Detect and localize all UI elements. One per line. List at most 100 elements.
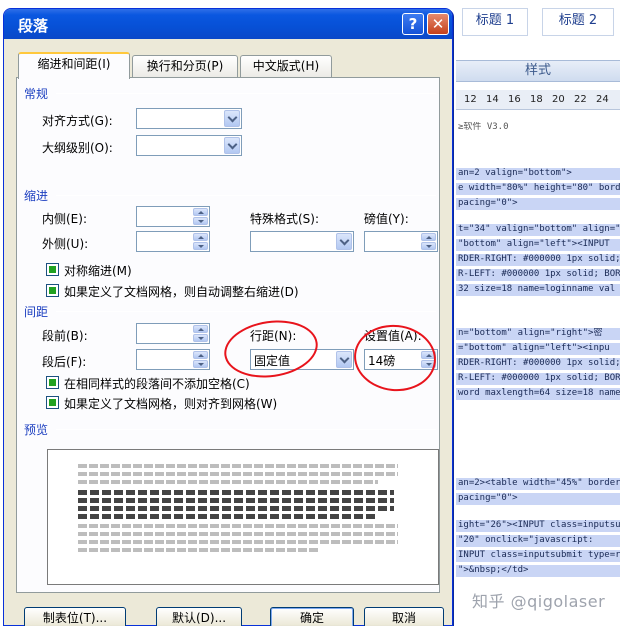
dialog-title: 段落 [18,17,49,35]
snap-to-grid-label: 如果定义了文档网格，则对齐到网格(W) [64,397,278,411]
section-indent: 缩进 [24,189,49,203]
special-indent-label: 特殊格式(S): [250,212,320,226]
spin-down-icon[interactable] [193,334,208,342]
code-line: an=2><table width="45%" border [456,478,620,490]
tab-line-page-breaks[interactable]: 换行和分页(P) [132,55,238,77]
chevron-down-icon[interactable] [336,351,352,368]
preview-text-line [78,490,394,495]
code-line: pacing="0"> [456,493,620,505]
styles-group-caption: 样式 [456,60,620,82]
cancel-button[interactable]: 取消 [364,607,444,626]
outline-level-label: 大纲级别(O): [42,141,113,155]
code-line: R-LEFT: #000000 1px solid; BOR [456,373,620,385]
auto-adjust-indent-label: 如果定义了文档网格，则自动调整右缩进(D) [64,285,299,299]
space-before-label: 段前(B): [42,329,88,343]
indent-by-label: 磅值(Y): [364,212,409,226]
chevron-down-icon[interactable] [224,110,240,127]
section-general: 常规 [24,87,49,101]
alignment-label: 对齐方式(G): [42,114,113,128]
close-button[interactable]: ✕ [427,13,449,35]
outside-indent-label: 外侧(U): [42,237,89,251]
inside-indent-spinner[interactable] [136,206,210,227]
code-line: n="bottom" align="right">密 [456,328,620,340]
spin-up-icon[interactable] [193,351,208,359]
paragraph-dialog: 段落 ? ✕ 缩进和间距(I) 换行和分页(P) 中文版式(H) 常规 对齐方式… [3,8,453,626]
outside-indent-spinner[interactable] [136,231,210,252]
no-space-same-style-label: 在相同样式的段落间不添加空格(C) [64,377,250,391]
code-line: word maxlength=64 size=18 name [456,388,620,400]
code-line: t="34" valign="bottom" align=" [456,224,620,236]
code-line: pacing="0"> [456,198,620,210]
code-line: ight="26"><INPUT class=inputsu [456,520,620,532]
code-line: RDER-RIGHT: #000000 1px solid; [456,254,620,266]
auto-adjust-indent-checkbox[interactable] [46,284,59,297]
spin-up-icon[interactable] [421,233,436,241]
help-button[interactable]: ? [402,13,424,35]
chevron-down-icon[interactable] [336,233,352,250]
space-after-spinner[interactable] [136,349,210,370]
tab-asian-typography[interactable]: 中文版式(H) [240,55,332,77]
ruler-tick: 12 [464,94,477,105]
watermark: 知乎 @qigolaser [472,592,606,611]
ruler-tick: 14 [486,94,499,105]
style-heading-2[interactable]: 标题 2 [542,8,614,36]
spin-down-icon[interactable] [193,217,208,225]
space-before-spinner[interactable] [136,323,210,344]
divider [56,195,436,196]
style-heading-1[interactable]: 标题 1 [462,8,528,36]
preview-text-line [78,506,394,511]
preview-text-line [78,514,378,519]
code-line: ="bottom" align="left"><inpu [456,343,620,355]
no-space-same-style-checkbox[interactable] [46,376,59,389]
section-spacing: 间距 [24,305,49,319]
dialog-titlebar[interactable]: 段落 ? ✕ [4,9,452,39]
code-line: ≥软件 V3.0 [458,122,509,132]
ok-button[interactable]: 确定 [270,607,354,626]
space-after-label: 段后(F): [42,355,87,369]
preview-text-line [78,464,398,468]
code-line: e width="80%" height="80" bord [456,183,620,195]
divider [56,93,436,94]
mirror-indent-label: 对称缩进(M) [64,264,132,278]
code-line: INPUT class=inputsubmit type=re [456,550,620,562]
code-line: R-LEFT: #000000 1px solid; BOR [456,269,620,281]
indent-by-spinner[interactable] [364,231,438,252]
code-line: "20" onclick="javascript: [456,535,620,547]
inside-indent-label: 内侧(E): [42,212,87,226]
horizontal-ruler: 12 14 16 18 20 22 24 [456,90,620,110]
snap-to-grid-checkbox[interactable] [46,396,59,409]
code-line: 32 size=18 name=loginname val [456,284,620,296]
spin-down-icon[interactable] [421,242,436,250]
spin-down-icon[interactable] [193,360,208,368]
spin-up-icon[interactable] [193,233,208,241]
code-line: RDER-RIGHT: #000000 1px solid; [456,358,620,370]
divider [56,311,436,312]
mirror-indent-checkbox[interactable] [46,263,59,276]
ruler-tick: 22 [574,94,587,105]
tab-indents-spacing[interactable]: 缩进和间距(I) [18,52,130,79]
preview-text-line [78,498,394,503]
preview-text-line [78,472,398,476]
preview-text-line [78,540,398,544]
preview-text-line [78,524,398,528]
ruler-tick: 18 [530,94,543,105]
outline-level-select[interactable] [136,135,242,156]
paragraph-preview [47,449,439,585]
code-line: ">&nbsp;</td> [456,565,620,577]
code-line: an=2 valign="bottom"> [456,168,620,180]
code-line: "bottom" align="left"><INPUT [456,239,620,251]
spin-down-icon[interactable] [193,242,208,250]
ruler-tick: 20 [552,94,565,105]
set-default-button[interactable]: 默认(D)... [156,607,242,626]
chevron-down-icon[interactable] [224,137,240,154]
divider [56,429,436,430]
preview-text-line [78,480,378,484]
ruler-tick: 24 [596,94,609,105]
special-indent-select[interactable] [250,231,354,252]
spin-up-icon[interactable] [193,208,208,216]
alignment-select[interactable] [136,108,242,129]
spin-up-icon[interactable] [193,325,208,333]
tabs-button[interactable]: 制表位(T)... [24,607,126,626]
preview-text-line [78,532,398,536]
preview-text-line [78,548,318,552]
